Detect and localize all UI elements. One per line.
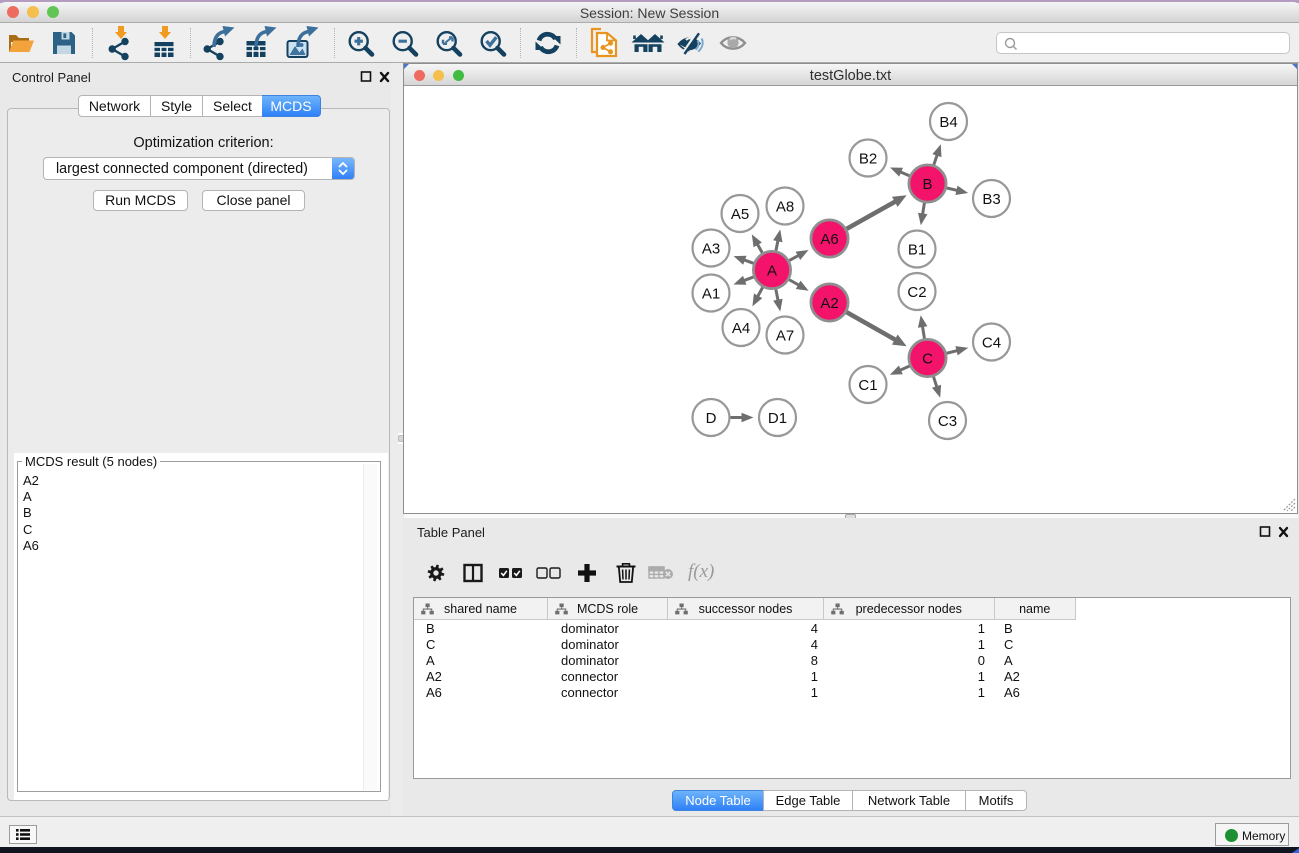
svg-text:A2: A2 (820, 295, 838, 312)
svg-text:A8: A8 (776, 198, 794, 215)
svg-text:B2: B2 (859, 150, 877, 167)
svg-text:C3: C3 (938, 413, 957, 430)
svg-text:C2: C2 (907, 284, 926, 301)
svg-text:A4: A4 (732, 320, 750, 337)
svg-text:B3: B3 (982, 191, 1000, 208)
svg-text:D: D (706, 410, 717, 427)
svg-text:A1: A1 (702, 285, 720, 302)
svg-text:D1: D1 (768, 410, 787, 427)
svg-text:A6: A6 (820, 231, 838, 248)
svg-text:B4: B4 (939, 114, 957, 131)
svg-text:A5: A5 (731, 206, 749, 223)
svg-text:B: B (922, 176, 932, 193)
svg-text:C1: C1 (858, 377, 877, 394)
svg-text:C: C (922, 350, 933, 367)
svg-text:A: A (767, 262, 777, 279)
svg-text:A7: A7 (776, 327, 794, 344)
svg-text:C4: C4 (982, 334, 1001, 351)
svg-text:B1: B1 (908, 241, 926, 258)
svg-text:A3: A3 (702, 240, 720, 257)
